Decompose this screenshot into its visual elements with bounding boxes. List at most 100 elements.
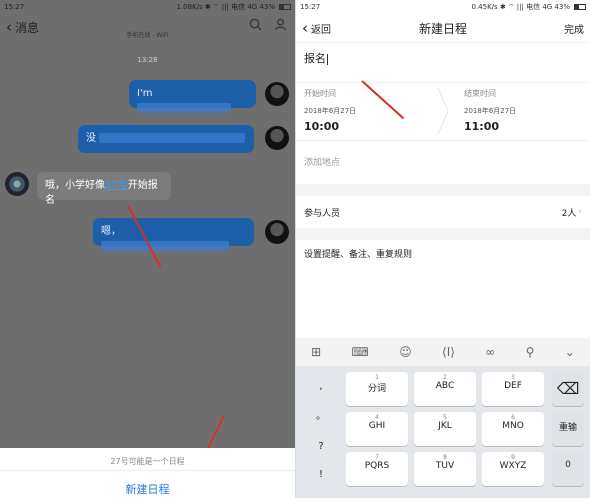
t9-key-3[interactable]: 3 DEF xyxy=(482,372,544,406)
new-schedule-button[interactable]: 新建日程 xyxy=(0,481,295,497)
key-letters: 分词 xyxy=(367,384,386,394)
section-gap xyxy=(296,184,590,196)
punct-key[interactable]: ? xyxy=(304,434,338,460)
backspace-key[interactable]: ⌫ xyxy=(552,372,584,406)
message-text: I'm xyxy=(137,88,153,99)
key-number: 6 xyxy=(511,414,515,421)
end-date: 2018年6月27日 xyxy=(464,107,517,115)
punct-key[interactable]: 。 xyxy=(304,404,338,430)
new-schedule-screen: 15:27 0.45K/s ✱ ⌔ ||| 电信 4G 43% ‹ 返回 新建日… xyxy=(296,0,590,498)
status-time: 15:27 xyxy=(4,3,25,11)
divider xyxy=(296,140,590,141)
message-bubble-incoming[interactable]: 哦，小学好像27号开始报名 xyxy=(37,172,171,206)
status-indicators: 1.08K/s ✱ ⌔ ||| 电信 4G 43% xyxy=(176,3,276,11)
status-time: 15:27 xyxy=(300,3,321,11)
date-link[interactable]: 27号 xyxy=(105,180,128,191)
message-text: 没 xyxy=(86,133,96,144)
message-bubble-outgoing[interactable]: I'm xyxy=(129,80,256,113)
cursor-icon[interactable]: ⟨I⟩ xyxy=(442,345,455,359)
chat-screen: 15:27 1.08K/s ✱ ⌔ ||| 电信 4G 43% ‹ 消息 ...… xyxy=(0,0,295,498)
chevron-right-icon xyxy=(437,87,449,135)
annotation-arrow xyxy=(361,80,405,120)
key-letters: 重输 xyxy=(558,423,577,433)
key-number: 2 xyxy=(443,374,447,381)
status-indicators: 0.45K/s ✱ ⌔ ||| 电信 4G 43% xyxy=(471,3,571,11)
keyboard-toolbar: ⊞ ⌨ ☺ ⟨I⟩ ∞ ⚲ ⌄ xyxy=(296,338,590,366)
key-letters: JKL xyxy=(438,421,452,431)
key-number: 3 xyxy=(511,374,515,381)
keyboard-icon[interactable]: ⌨ xyxy=(352,345,369,359)
divider xyxy=(296,82,590,83)
link-icon[interactable]: ∞ xyxy=(485,345,495,359)
back-label: 返回 xyxy=(311,24,331,36)
key-letters: ABC xyxy=(435,381,455,391)
schedule-header: ‹ 返回 新建日程 完成 xyxy=(296,14,590,42)
title-value: 报名 xyxy=(304,52,326,65)
key-letters: DEF xyxy=(504,381,522,391)
page-title: 新建日程 xyxy=(418,21,467,36)
message-bubble-outgoing[interactable]: 没 xyxy=(78,125,254,153)
chat-header: ‹ 消息 ... 手机在线 - WiFi xyxy=(0,14,295,40)
zero-key[interactable]: 0 xyxy=(552,452,584,486)
text-caret xyxy=(327,53,328,65)
my-avatar[interactable] xyxy=(265,126,289,150)
key-number: 7 xyxy=(375,454,379,461)
my-avatar[interactable] xyxy=(265,82,289,106)
reenter-key[interactable]: 重输 xyxy=(552,412,584,446)
key-letters: MNO xyxy=(502,421,524,431)
search-icon[interactable]: ⚲ xyxy=(526,345,535,359)
t9-key-2[interactable]: 2 ABC xyxy=(414,372,476,406)
profile-icon[interactable] xyxy=(274,18,287,35)
t9-key-6[interactable]: 6 MNO xyxy=(482,412,544,446)
schedule-title-input[interactable]: 报名 xyxy=(304,50,328,66)
key-number: 5 xyxy=(443,414,447,421)
t9-key-8[interactable]: 8 TUV xyxy=(414,452,476,486)
t9-key-9[interactable]: 9 WXYZ xyxy=(482,452,544,486)
participants-row[interactable]: 参与人员 2人 › xyxy=(296,200,590,224)
chevron-right-icon: › xyxy=(578,207,582,217)
done-button[interactable]: 完成 xyxy=(564,21,584,36)
collapse-keyboard-icon[interactable]: ⌄ xyxy=(565,345,575,359)
key-number: 1 xyxy=(375,374,379,381)
punct-key[interactable]: , xyxy=(304,374,338,400)
message-text: 哦，小学好像 xyxy=(45,180,105,191)
key-letters: 0 xyxy=(565,460,571,470)
back-chevron-icon: ‹ xyxy=(302,19,308,37)
t9-key-4[interactable]: 4 GHI xyxy=(346,412,408,446)
end-time: 11:00 xyxy=(464,120,500,133)
end-time-label: 结束时间 xyxy=(464,89,496,98)
divider xyxy=(296,42,590,43)
contact-avatar[interactable] xyxy=(5,172,29,196)
participants-label: 参与人员 xyxy=(304,208,341,219)
start-time-label: 开始时间 xyxy=(304,89,336,98)
divider xyxy=(0,470,295,471)
location-input[interactable]: 添加地点 xyxy=(296,150,590,172)
battery-icon xyxy=(279,4,291,10)
redacted-text xyxy=(99,133,246,143)
punct-key[interactable]: ! xyxy=(304,462,338,488)
sheet-hint: 27号可能是一个日程 xyxy=(110,457,185,466)
t9-key-1[interactable]: 1 分词 xyxy=(346,372,408,406)
end-time-picker[interactable]: 结束时间 2018年6月27日 11:00 xyxy=(464,88,516,133)
battery-icon xyxy=(574,4,586,10)
status-bar: 15:27 0.45K/s ✱ ⌔ ||| 电信 4G 43% xyxy=(296,0,590,14)
back-button[interactable]: ‹ 返回 xyxy=(302,19,331,37)
t9-key-7[interactable]: 7 PQRS xyxy=(346,452,408,486)
grid-icon[interactable]: ⊞ xyxy=(311,345,321,359)
key-letters: GHI xyxy=(368,421,386,431)
key-number: 9 xyxy=(511,454,515,461)
backspace-icon: ⌫ xyxy=(556,379,580,398)
redacted-text xyxy=(101,241,229,251)
t9-key-5[interactable]: 5 JKL xyxy=(414,412,476,446)
emoji-icon[interactable]: ☺ xyxy=(399,345,412,359)
key-number: 4 xyxy=(375,414,379,421)
search-icon[interactable] xyxy=(249,18,262,35)
action-sheet: 27号可能是一个日程 新建日程 xyxy=(0,448,295,498)
reminder-row[interactable]: 设置提醒、备注、重复规则 xyxy=(296,242,590,264)
redacted-text xyxy=(137,103,231,113)
my-avatar[interactable] xyxy=(265,220,289,244)
message-timestamp: 13:28 xyxy=(137,56,158,64)
t9-keyboard: , 。 ? ! 1 分词 2 ABC 3 DEF ⌫ 4 GHI 5 JKL 6 MNO 重… xyxy=(296,366,590,498)
start-time-picker[interactable]: 开始时间 2018年6月27日 10:00 xyxy=(304,88,356,133)
message-bubble-outgoing[interactable]: 嗯， xyxy=(93,218,254,251)
